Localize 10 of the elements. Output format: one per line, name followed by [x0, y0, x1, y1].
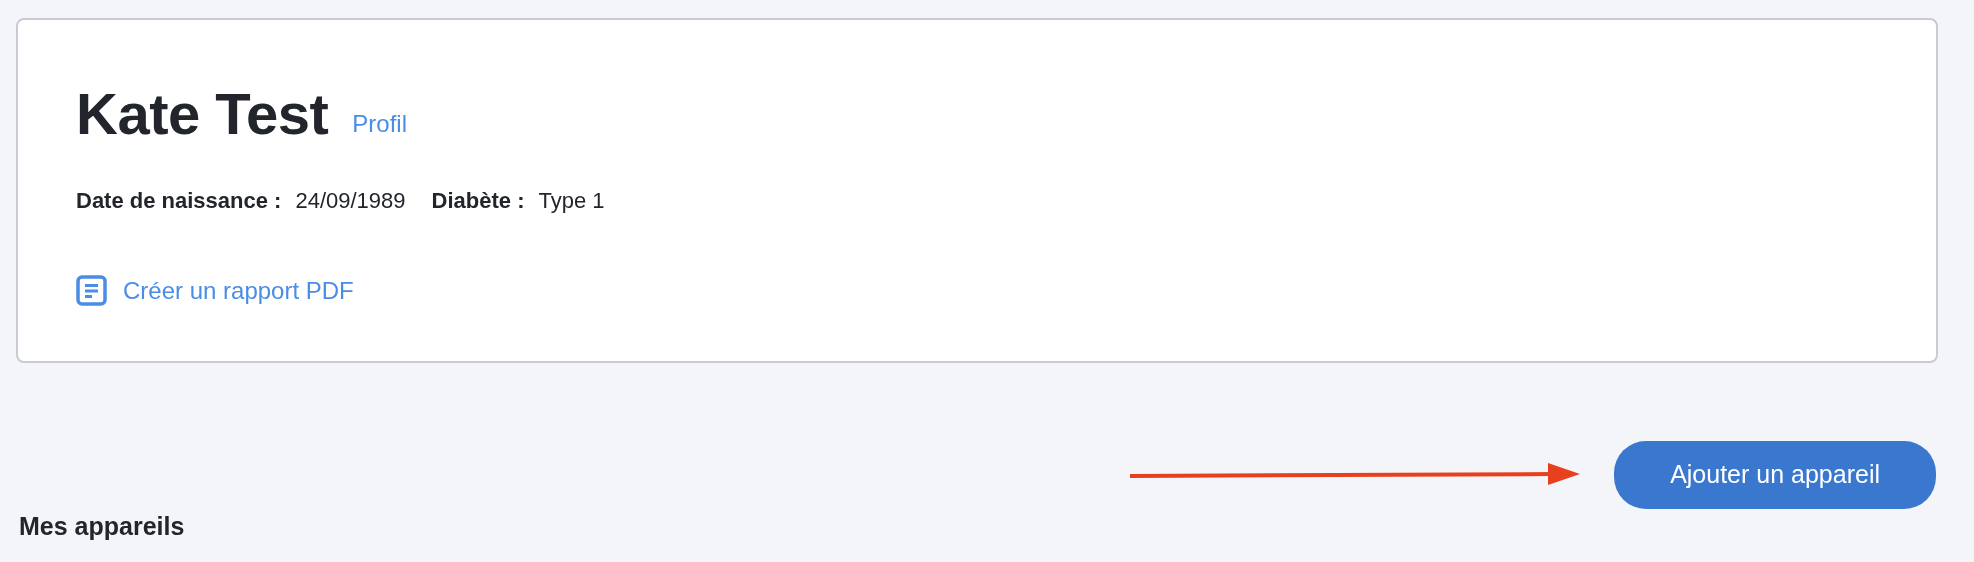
section-heading: Mes appareils	[19, 510, 186, 541]
add-device-button[interactable]: Ajouter un appareil	[1614, 441, 1936, 509]
field-label: Date de naissance :	[76, 186, 282, 215]
patient-name: Kate Test	[76, 82, 329, 146]
field-value: Type 1	[538, 186, 605, 215]
field-label: Diabète :	[431, 186, 525, 215]
profile-link[interactable]: Profil	[352, 105, 407, 142]
field-value: 24/09/1989	[295, 186, 406, 215]
pdf-report-link[interactable]: Créer un rapport PDF	[123, 272, 354, 309]
document-icon	[76, 275, 107, 307]
